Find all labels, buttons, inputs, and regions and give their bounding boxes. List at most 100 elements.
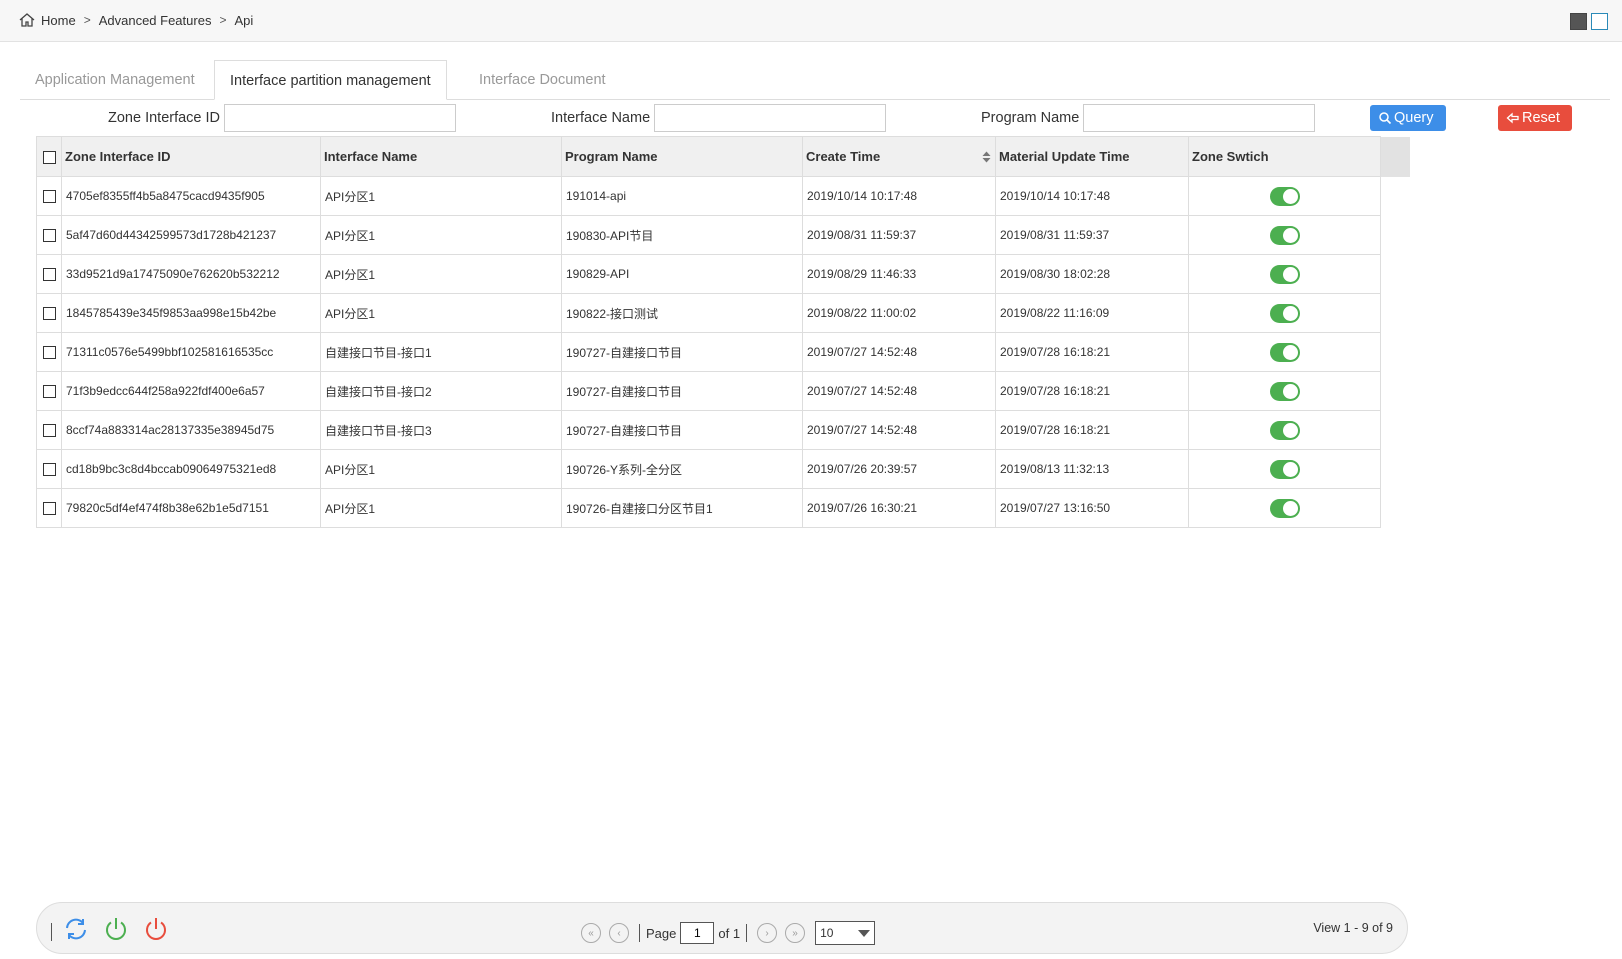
table-row[interactable]: 8ccf74a883314ac28137335e38945d75 自建接口节目-接… xyxy=(36,410,1410,450)
table-row[interactable]: 1845785439e345f9853aa998e15b42be API分区1 19… xyxy=(36,293,1410,333)
reset-label: Reset xyxy=(1522,110,1560,126)
zone-switch-toggle[interactable] xyxy=(1269,459,1300,479)
chevron-down-icon xyxy=(858,929,871,937)
row-select-cell xyxy=(36,410,62,450)
cell-program-name: 190726-Y系列-全分区 xyxy=(561,449,803,489)
scrollbar-cap xyxy=(1380,136,1410,177)
cell-interface-name: API分区1 xyxy=(320,176,562,216)
cell-zone-interface-id: 33d9521d9a17475090e762620b532212 xyxy=(61,254,321,294)
pager-bar: « ‹ Page of 1 › » 10 View 1 - 9 of 9 xyxy=(36,902,1408,954)
cell-zone-interface-id: 4705ef8355ff4b5a8475cacd9435f905 xyxy=(61,176,321,216)
interface-partition-table: Zone Interface ID Interface Name Program… xyxy=(36,136,1410,528)
zone-interface-id-input[interactable] xyxy=(224,104,457,132)
column-material-update-time[interactable]: Material Update Time xyxy=(995,136,1189,177)
row-checkbox[interactable] xyxy=(42,346,56,360)
search-icon xyxy=(1379,112,1392,125)
cell-program-name: 190829-API xyxy=(561,254,803,294)
query-button[interactable]: Query xyxy=(1370,105,1446,131)
cell-interface-name: 自建接口节目-接口1 xyxy=(320,332,562,372)
cell-material-update-time: 2019/08/22 11:16:09 xyxy=(995,293,1189,333)
cell-material-update-time: 2019/08/13 11:32:13 xyxy=(995,449,1189,489)
row-checkbox[interactable] xyxy=(42,268,56,282)
column-zone-interface-id[interactable]: Zone Interface ID xyxy=(61,136,321,177)
interface-name-label: Interface Name xyxy=(551,110,651,126)
row-checkbox[interactable] xyxy=(42,502,56,516)
column-program-name[interactable]: Program Name xyxy=(561,136,803,177)
cell-interface-name: 自建接口节目-接口3 xyxy=(320,410,562,450)
select-all-checkbox[interactable] xyxy=(42,151,56,165)
first-page-icon[interactable]: « xyxy=(581,923,601,943)
row-checkbox[interactable] xyxy=(42,424,56,438)
breadcrumb-home[interactable]: Home xyxy=(41,13,76,28)
cell-zone-interface-id: 1845785439e345f9853aa998e15b42be xyxy=(61,293,321,333)
table-row[interactable]: 79820c5df4ef474f8b38e62b1e5d7151 API分区1 19… xyxy=(36,488,1410,528)
breadcrumb: Home > Advanced Features > Api xyxy=(18,12,253,28)
page-number-input[interactable] xyxy=(680,922,715,944)
breadcrumb-advanced-features[interactable]: Advanced Features xyxy=(99,13,212,28)
disable-power-icon[interactable] xyxy=(143,916,169,942)
table-row[interactable]: 4705ef8355ff4b5a8475cacd9435f905 API分区1 19… xyxy=(36,176,1410,216)
program-name-input[interactable] xyxy=(1083,104,1316,132)
sort-icon[interactable] xyxy=(982,151,991,163)
cell-material-update-time: 2019/08/31 11:59:37 xyxy=(995,215,1189,255)
table-row[interactable]: 5af47d60d44342599573d1728b421237 API分区1 19… xyxy=(36,215,1410,255)
page-of-label: of 1 xyxy=(718,925,741,941)
cell-create-time: 2019/07/26 16:30:21 xyxy=(802,488,996,528)
refresh-icon[interactable] xyxy=(63,916,89,942)
zone-switch-toggle[interactable] xyxy=(1269,342,1300,362)
zone-switch-toggle[interactable] xyxy=(1269,303,1300,323)
row-checkbox[interactable] xyxy=(42,229,56,243)
page-label: Page xyxy=(646,925,677,941)
home-icon[interactable] xyxy=(18,12,36,28)
zone-switch-toggle[interactable] xyxy=(1269,186,1300,206)
reset-button[interactable]: Reset xyxy=(1498,105,1572,131)
table-header-row: Zone Interface ID Interface Name Program… xyxy=(36,136,1410,177)
table-row[interactable]: 71f3b9edcc644f258a922fdf400e6a57 自建接口节目-接… xyxy=(36,371,1410,411)
zone-switch-toggle[interactable] xyxy=(1269,264,1300,284)
row-checkbox[interactable] xyxy=(42,190,56,204)
table-row[interactable]: 71311c0576e5499bbf102581616535cc 自建接口节目-接… xyxy=(36,332,1410,372)
tab-interface-document[interactable]: Interface Document xyxy=(464,60,621,100)
cell-create-time: 2019/08/31 11:59:37 xyxy=(802,215,996,255)
column-interface-name[interactable]: Interface Name xyxy=(320,136,562,177)
cell-zone-switch xyxy=(1188,215,1381,255)
next-page-icon[interactable]: › xyxy=(757,923,778,943)
zone-switch-toggle[interactable] xyxy=(1269,420,1300,440)
zone-switch-toggle[interactable] xyxy=(1269,498,1300,518)
row-checkbox[interactable] xyxy=(42,307,56,321)
table-row[interactable]: cd18b9bc3c8d4bccab09064975321ed8 API分区1 19… xyxy=(36,449,1410,489)
interface-name-input[interactable] xyxy=(654,104,887,132)
program-name-label: Program Name xyxy=(981,110,1080,126)
pager-separator xyxy=(639,924,640,942)
cell-interface-name: 自建接口节目-接口2 xyxy=(320,371,562,411)
pager-separator xyxy=(746,924,748,942)
table-row[interactable]: 33d9521d9a17475090e762620b532212 API分区1 19… xyxy=(36,254,1410,294)
filter-zone-interface-id: Zone Interface ID xyxy=(108,104,457,132)
page-size-select[interactable]: 10 xyxy=(815,921,876,945)
layout-dark-icon[interactable] xyxy=(1570,13,1587,30)
tab-application-management[interactable]: Application Management xyxy=(20,60,210,100)
breadcrumb-api: Api xyxy=(234,12,254,28)
cell-program-name: 190727-自建接口节目 xyxy=(561,410,803,450)
cell-create-time: 2019/07/27 14:52:48 xyxy=(802,332,996,372)
cell-material-update-time: 2019/08/30 18:02:28 xyxy=(995,254,1189,294)
zone-switch-toggle[interactable] xyxy=(1269,381,1300,401)
tab-interface-partition-management[interactable]: Interface partition management xyxy=(214,60,447,100)
row-select-cell xyxy=(36,449,62,489)
row-checkbox[interactable] xyxy=(42,385,56,399)
cell-create-time: 2019/07/27 14:52:48 xyxy=(802,371,996,411)
column-create-time[interactable]: Create Time xyxy=(802,136,996,177)
zone-switch-toggle[interactable] xyxy=(1269,225,1300,245)
last-page-icon[interactable]: » xyxy=(785,923,806,943)
enable-power-icon[interactable] xyxy=(103,916,129,942)
filter-program-name: Program Name xyxy=(981,104,1316,132)
cell-material-update-time: 2019/07/27 13:16:50 xyxy=(995,488,1189,528)
column-zone-switch[interactable]: Zone Swtich xyxy=(1188,136,1381,177)
layout-light-icon[interactable] xyxy=(1591,13,1608,30)
row-checkbox[interactable] xyxy=(42,463,56,477)
cell-interface-name: API分区1 xyxy=(320,488,562,528)
cell-zone-interface-id: 8ccf74a883314ac28137335e38945d75 xyxy=(61,410,321,450)
top-bar: Home > Advanced Features > Api xyxy=(0,0,1622,42)
prev-page-icon[interactable]: ‹ xyxy=(609,923,629,943)
filter-interface-name: Interface Name xyxy=(551,104,887,132)
